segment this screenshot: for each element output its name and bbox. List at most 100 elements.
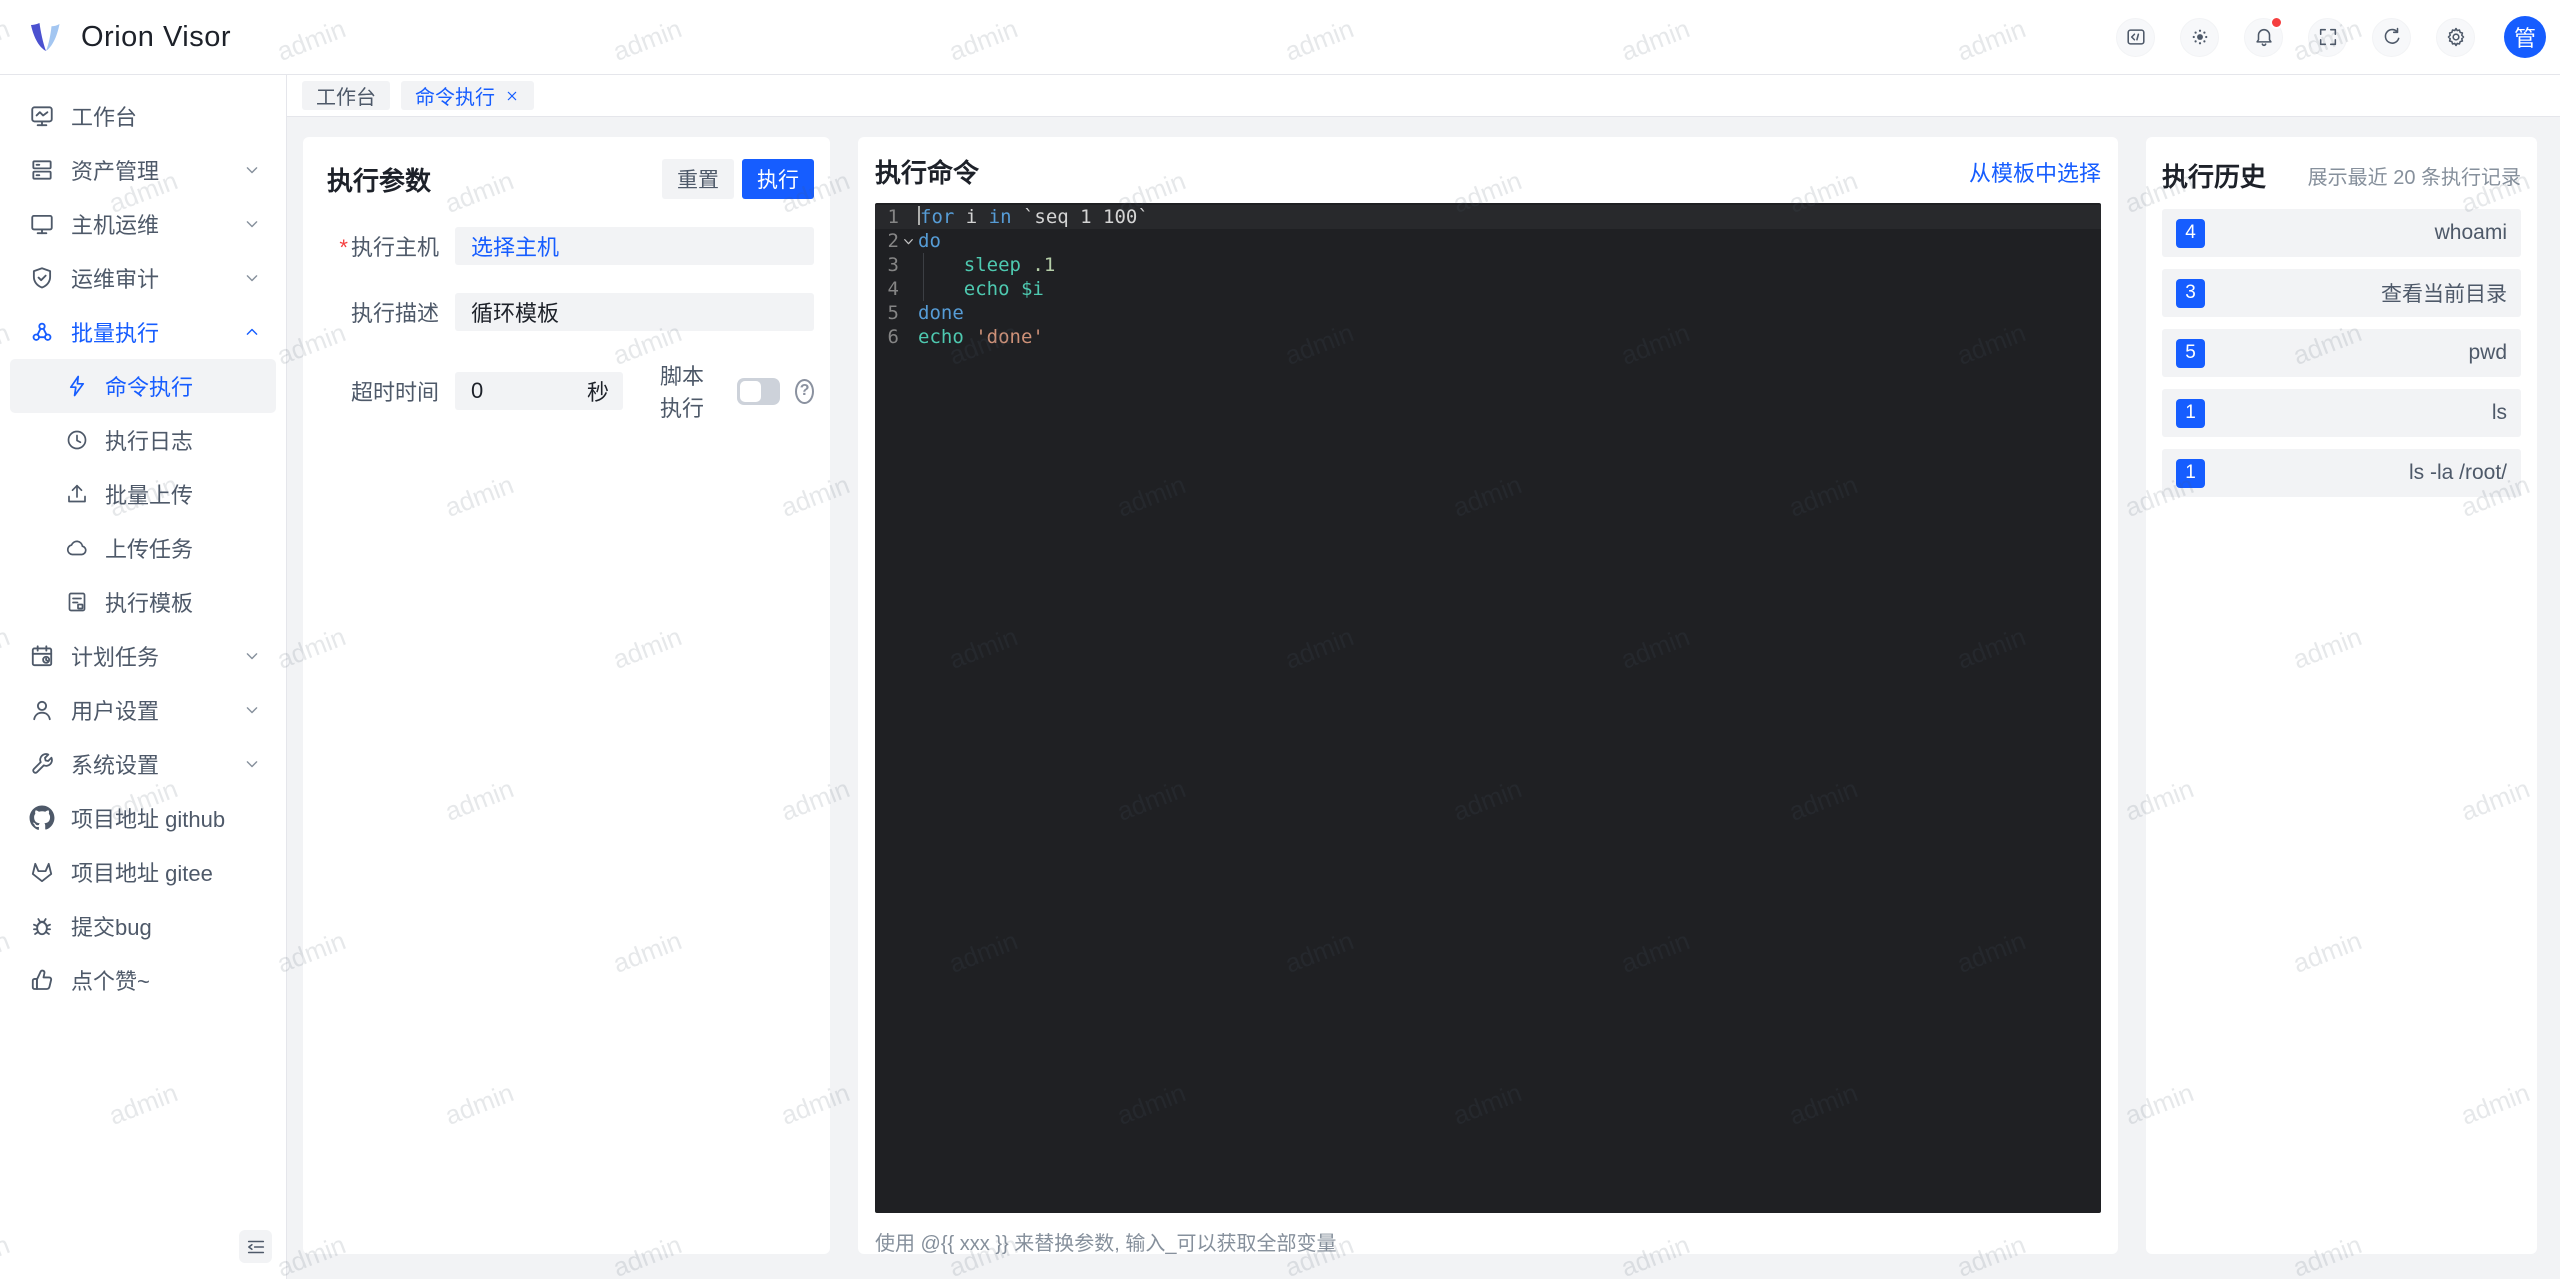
- fold-chevron-icon[interactable]: [899, 229, 918, 253]
- caret-up-icon: [242, 322, 262, 342]
- caret-down-icon: [242, 160, 262, 180]
- bell-icon: [2253, 26, 2275, 48]
- notification-badge-dot: [2270, 15, 2283, 29]
- sidebar-subitem-batch-upload[interactable]: 批量上传: [10, 467, 276, 521]
- code-button[interactable]: [2116, 17, 2155, 57]
- exec-command-panel: 执行命令 从模板中选择 1 for i in `seq 1 100` 2 do 3 sl…: [858, 137, 2118, 1255]
- history-item[interactable]: 5 pwd: [2162, 329, 2521, 377]
- sidebar-item-label: 主机运维: [71, 213, 160, 238]
- editor-line-4[interactable]: 4 echo $i: [875, 277, 2101, 301]
- fold-gutter: [899, 253, 918, 277]
- sidebar-subitem-exec-template[interactable]: 执行模板: [10, 575, 276, 629]
- description-field-label: 执行描述: [350, 301, 439, 326]
- editor-hint-text: 使用 @{{ xxx }} 来替换参数, 输入_可以获取全部变量: [875, 1233, 1337, 1255]
- editor-line-3[interactable]: 3 sleep .1: [875, 253, 2101, 277]
- caret-down-icon: [242, 700, 262, 720]
- sidebar-item-host-ops[interactable]: 主机运维: [0, 197, 286, 251]
- tab-command-exec[interactable]: 命令执行: [401, 81, 534, 110]
- sidebar-item-schedule[interactable]: 计划任务: [0, 629, 286, 683]
- sidebar-item-label: 运维审计: [71, 267, 160, 292]
- sidebar-subitem-exec-log[interactable]: 执行日志: [10, 413, 276, 467]
- gitee-icon: [29, 859, 55, 885]
- editor-line-1[interactable]: 1 for i in `seq 1 100`: [875, 205, 2101, 229]
- editor-code-text: done: [918, 302, 964, 324]
- bell-button[interactable]: [2244, 15, 2283, 57]
- sidebar-subitem-upload-task[interactable]: 上传任务: [10, 521, 276, 575]
- fullscreen-button[interactable]: [2308, 17, 2347, 57]
- sidebar-collapse-button[interactable]: [239, 1230, 272, 1263]
- code-editor[interactable]: 1 for i in `seq 1 100` 2 do 3 sleep .1 4 echo…: [875, 203, 2101, 1213]
- tab-close-icon[interactable]: [504, 88, 520, 104]
- gear-icon: [2445, 26, 2467, 48]
- sidebar-item-system-settings[interactable]: 系统设置: [0, 737, 286, 791]
- editor-code-text: for i in `seq 1 100`: [918, 206, 1149, 228]
- fold-gutter: [899, 205, 918, 229]
- schedule-icon: [29, 643, 55, 669]
- gear-button[interactable]: [2436, 17, 2475, 57]
- timeout-input[interactable]: [469, 377, 587, 405]
- thumb-icon: [29, 967, 55, 993]
- fullscreen-icon: [2317, 26, 2339, 48]
- sidebar-item-audit[interactable]: 运维审计: [0, 251, 286, 305]
- history-item[interactable]: 1 ls -la /root/: [2162, 449, 2521, 497]
- exec-history-list: 4 whoami 3 查看当前目录 5 pwd 1 ls 1 ls -la /root/: [2162, 209, 2521, 497]
- timeout-field: 秒: [455, 372, 623, 410]
- cloud-icon: [65, 536, 89, 560]
- exec-params-title: 执行参数: [327, 165, 432, 196]
- upload-icon: [65, 482, 89, 506]
- run-button[interactable]: 执行: [742, 159, 814, 199]
- history-command-text: whoami: [2434, 221, 2507, 244]
- host-field-label: 执行主机: [327, 230, 455, 262]
- sidebar-subitem-label: 命令执行: [105, 375, 194, 400]
- audit-icon: [29, 265, 55, 291]
- sidebar-item-gitee[interactable]: 项目地址 gitee: [0, 845, 286, 899]
- editor-line-2[interactable]: 2 do: [875, 229, 2101, 253]
- sidebar-item-report-bug[interactable]: 提交bug: [0, 899, 286, 953]
- script-exec-label: 脚本执行: [660, 364, 705, 421]
- sidebar-item-label: 工作台: [71, 105, 138, 130]
- sidebar-item-github[interactable]: 项目地址 github: [0, 791, 286, 845]
- sidebar-subitem-label: 批量上传: [105, 483, 194, 508]
- caret-down-icon: [242, 754, 262, 774]
- editor-line-6[interactable]: 6 echo 'done': [875, 325, 2101, 349]
- sidebar-item-user-settings[interactable]: 用户设置: [0, 683, 286, 737]
- sidebar-item-batch-exec[interactable]: 批量执行: [0, 305, 286, 359]
- sidebar-item-label: 系统设置: [71, 753, 160, 778]
- sidebar-item-assets[interactable]: 资产管理: [0, 143, 286, 197]
- history-icon: [65, 428, 89, 452]
- select-from-template-link[interactable]: 从模板中选择: [1969, 156, 2101, 188]
- script-exec-toggle[interactable]: [737, 377, 781, 405]
- sidebar-item-label: 批量执行: [71, 321, 160, 346]
- header-actions: 管: [2116, 15, 2546, 58]
- user-avatar[interactable]: 管: [2504, 16, 2546, 58]
- reset-button[interactable]: 重置: [662, 159, 734, 199]
- editor-line-number: 3: [887, 254, 899, 276]
- brightness-button[interactable]: [2180, 17, 2219, 57]
- github-icon: [29, 805, 55, 831]
- history-item[interactable]: 4 whoami: [2162, 209, 2521, 257]
- caret-down-icon: [242, 214, 262, 234]
- sidebar-item-like[interactable]: 点个赞~: [0, 953, 286, 1007]
- tab-bar: 工作台 命令执行: [287, 75, 2560, 117]
- history-count-badge: 1: [2176, 458, 2205, 488]
- menu-fold-icon: [245, 1236, 267, 1258]
- tab-workbench[interactable]: 工作台: [302, 81, 390, 110]
- host-icon: [29, 211, 55, 237]
- history-command-text: ls: [2491, 401, 2507, 424]
- exec-command-title: 执行命令: [875, 158, 980, 188]
- host-select[interactable]: 选择主机: [455, 227, 814, 265]
- editor-line-5[interactable]: 5 done: [875, 301, 2101, 325]
- refresh-icon: [2381, 26, 2403, 48]
- sidebar-item-workbench[interactable]: 工作台: [0, 89, 286, 143]
- question-icon[interactable]: ?: [795, 378, 814, 404]
- history-item[interactable]: 1 ls: [2162, 389, 2521, 437]
- refresh-button[interactable]: [2372, 17, 2411, 57]
- sidebar: 工作台资产管理主机运维运维审计批量执行命令执行执行日志批量上传上传任务 执行模板计…: [0, 75, 287, 1279]
- app-header: Orion Visor 管: [0, 0, 2560, 75]
- description-input[interactable]: [455, 293, 814, 331]
- editor-line-number: 2: [887, 230, 899, 252]
- history-item[interactable]: 3 查看当前目录: [2162, 269, 2521, 317]
- sidebar-subitem-command-exec[interactable]: 命令执行: [10, 359, 276, 413]
- editor-code-text: sleep .1: [963, 254, 1056, 276]
- editor-code-text: echo $i: [963, 278, 1044, 300]
